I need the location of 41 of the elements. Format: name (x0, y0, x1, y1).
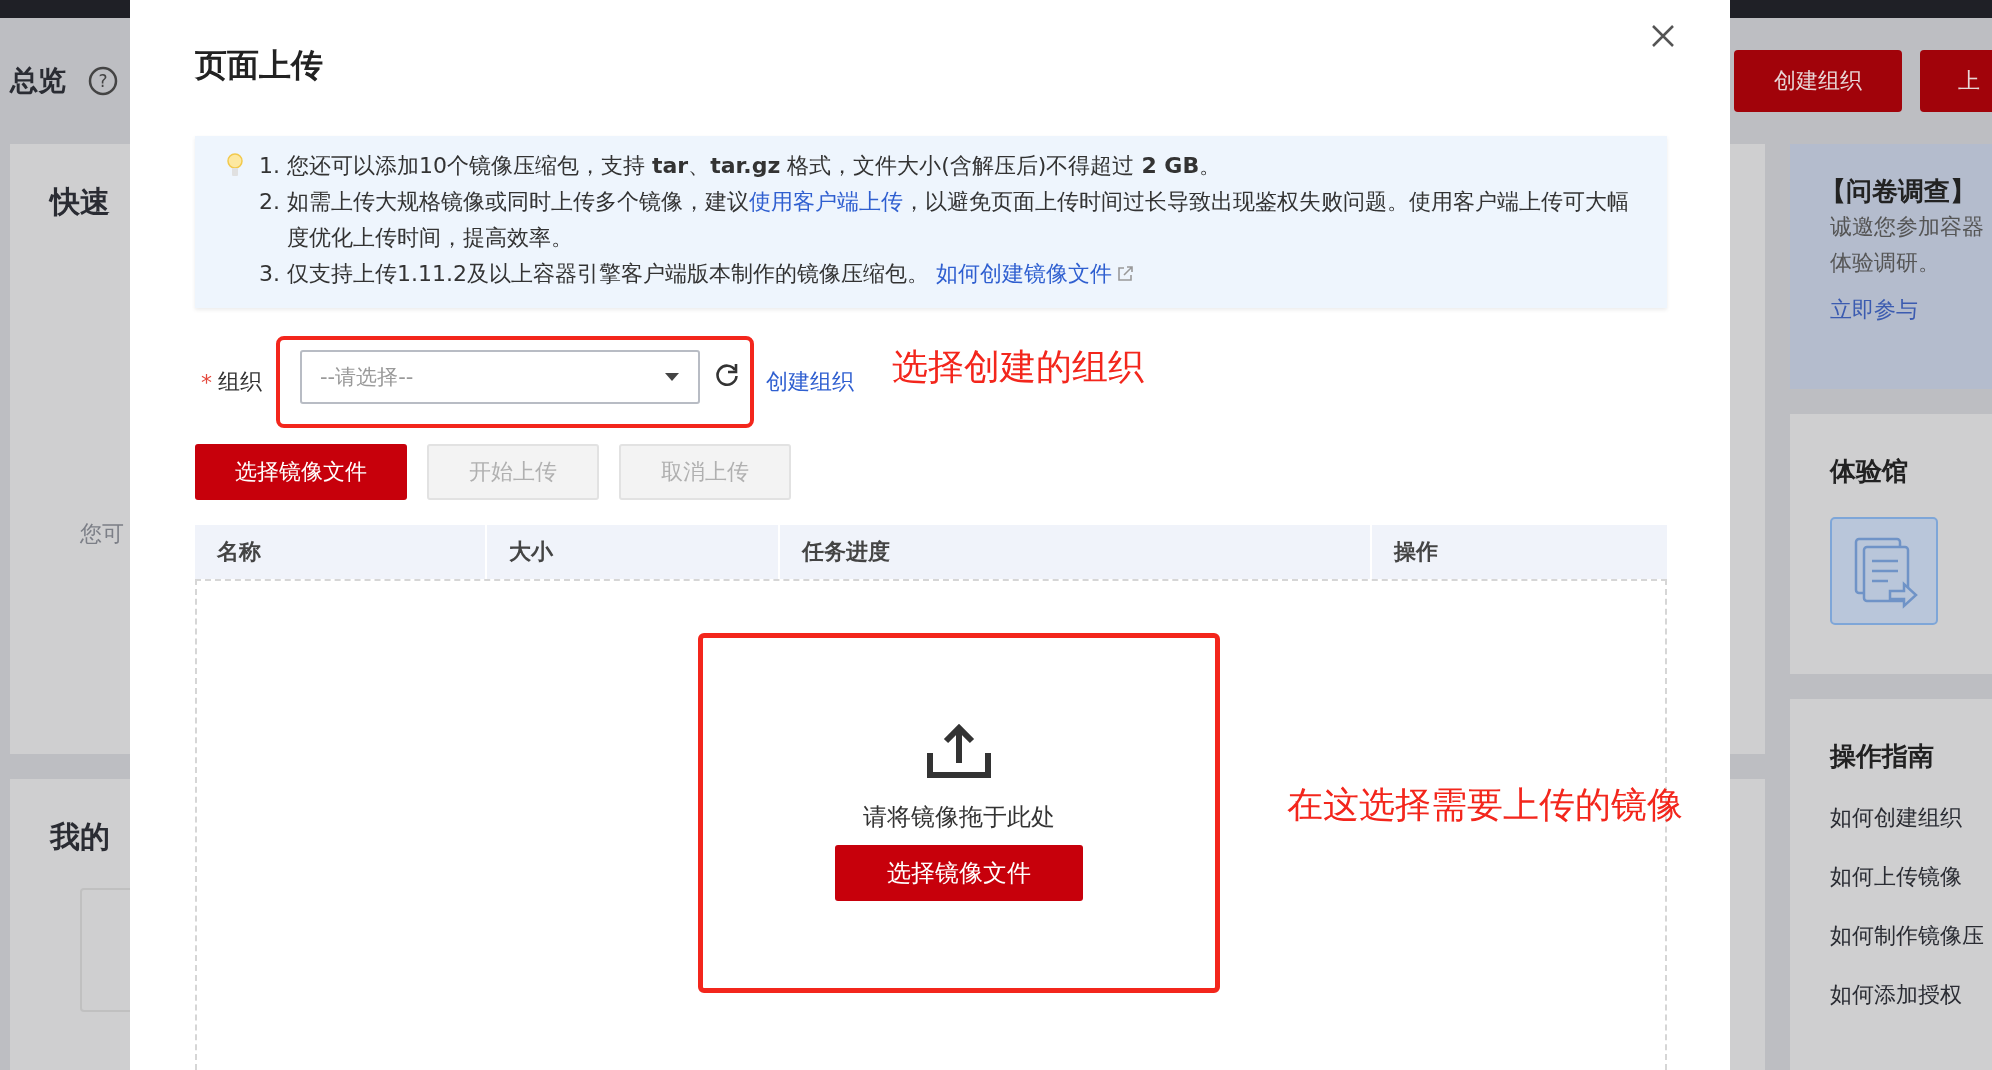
notice-text: 仅支持上传1.11.2及以上容器引擎客户端版本制作的镜像压缩包。 如何创建镜像文件 (287, 256, 1639, 292)
guide-link[interactable]: 如何创建组织 (1830, 803, 1992, 833)
guide-link[interactable]: 如何上传镜像 (1830, 862, 1992, 892)
page-title: 总览 (10, 63, 66, 99)
notice-text: 您还可以添加10个镜像压缩包，支持 tar、tar.gz 格式，文件大小(含解压后)不得超过 2 GB。 (287, 152, 1223, 180)
survey-title: 【问卷调查】 (1820, 175, 1977, 208)
notice-link[interactable]: 如何创建镜像文件 (935, 261, 1134, 286)
header-button[interactable]: 创建组织 (1734, 50, 1902, 112)
card-text: 您可 (80, 520, 124, 548)
dropdown-caret-icon (664, 372, 680, 382)
annotation-text: 选择创建的组织 (892, 344, 1144, 389)
notice-link[interactable]: 使用客户端上传 (749, 189, 903, 214)
survey-text: 诚邀您参加容器 (1830, 213, 1985, 241)
column-header: 名称 (195, 525, 487, 579)
header-button[interactable]: 上 (1920, 50, 1992, 112)
list-number: 3. (259, 260, 281, 288)
card-title: 我的 (50, 818, 110, 856)
join-link[interactable]: 立即参与 (1830, 295, 1918, 325)
create-organization-link[interactable]: 创建组织 (766, 367, 854, 397)
drop-hint: 请将镜像拖于此处 (863, 802, 1055, 833)
annotation-text: 在这选择需要上传的镜像 (1287, 783, 1683, 827)
field-label: 组织 (218, 368, 262, 396)
card-title: 快速 (50, 183, 110, 221)
list-number: 2. (259, 188, 281, 216)
list-number: 1. (259, 152, 281, 180)
card-title: 体验馆 (1830, 455, 1909, 488)
column-header: 任务进度 (780, 525, 1372, 579)
dialog-title: 页面上传 (195, 45, 323, 86)
refresh-icon[interactable] (714, 362, 740, 388)
required-mark: * (201, 369, 212, 395)
guide-link[interactable]: 如何添加授权 (1830, 980, 1992, 1010)
survey-text: 体验调研。 (1830, 249, 1941, 277)
upload-icon (926, 723, 992, 779)
select-file-button[interactable]: 选择镜像文件 (835, 845, 1083, 901)
column-header: 操作 (1392, 538, 1439, 566)
help-icon[interactable]: ? (88, 66, 118, 96)
card-title: 操作指南 (1830, 740, 1935, 773)
action-button[interactable]: 选择镜像文件 (195, 444, 407, 500)
column-header: 大小 (487, 525, 780, 579)
notice-text: 如需上传大规格镜像或同时上传多个镜像，建议使用客户端上传，以避免页面上传时间过长导致出现鉴权失败问题。使用客户端上传可大幅度优化上传时间，提高效率。 (287, 188, 1630, 252)
guide-link[interactable]: 如何制作镜像压 (1830, 921, 1992, 951)
